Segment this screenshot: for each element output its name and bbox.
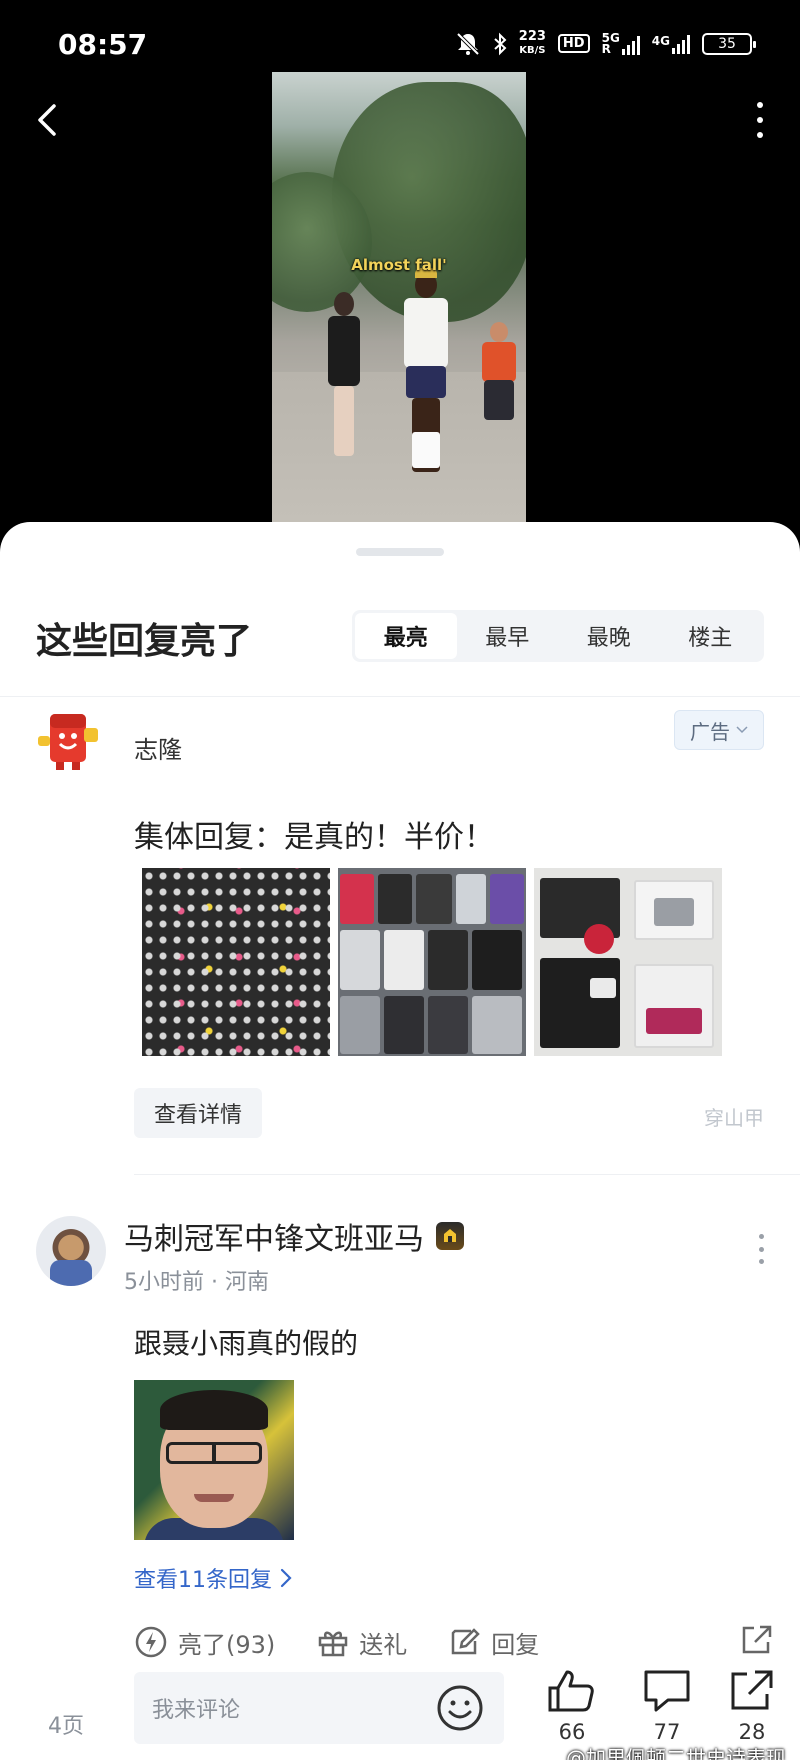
- share-icon: [742, 1625, 772, 1654]
- net-speed-unit: KB/S: [519, 45, 546, 56]
- comment-author-name: 马刺冠军中锋文班亚马: [124, 1222, 424, 1257]
- dot-icon: [757, 117, 763, 123]
- chevron-down-icon: [736, 726, 748, 734]
- like-button[interactable]: 66: [542, 1668, 602, 1744]
- ad-source: 穿山甲: [704, 1106, 764, 1130]
- share-button[interactable]: 28: [722, 1668, 782, 1744]
- sheet-drag-handle[interactable]: [356, 548, 444, 556]
- view-details-button[interactable]: 查看详情: [134, 1088, 262, 1138]
- gift-icon: [319, 1631, 348, 1657]
- dot-icon: [757, 102, 763, 108]
- replies-title: 这些回复亮了: [36, 621, 253, 662]
- gift-button[interactable]: 送礼: [317, 1625, 407, 1660]
- ad-tag-label: 广告: [690, 719, 730, 744]
- comment-author[interactable]: 马刺冠军中锋文班亚马: [124, 1214, 464, 1258]
- view-replies-link[interactable]: 查看11条回复: [134, 1562, 292, 1594]
- status-time: 08:57: [58, 28, 148, 61]
- watermark: @加里佩顿二世史诗表现: [566, 1746, 786, 1760]
- more-options-button[interactable]: [750, 100, 770, 140]
- signal-bars-icon: [621, 35, 640, 55]
- gift-label: 送礼: [359, 1630, 408, 1659]
- signal-4g: 4G: [652, 34, 690, 54]
- signal-4g-label: 4G: [651, 33, 670, 48]
- light-button[interactable]: 亮了(93): [134, 1625, 275, 1660]
- light-count: 亮了(93): [178, 1630, 276, 1659]
- comment-bubble-icon: [644, 1670, 690, 1712]
- net-speed: 223 KB/S: [519, 30, 546, 57]
- divider: [0, 696, 800, 697]
- bluetooth-icon: [493, 32, 507, 56]
- ad-avatar[interactable]: [36, 706, 102, 772]
- comment-text: 跟聂小雨真的假的: [134, 1327, 359, 1360]
- tab-latest[interactable]: 最晚: [558, 613, 660, 659]
- edit-icon: [452, 1628, 481, 1655]
- video-caption: Almost fall': [351, 256, 447, 274]
- ad-text: 集体回复：是真的！半价！: [134, 820, 494, 855]
- avatar[interactable]: [36, 1216, 106, 1286]
- emoji-button[interactable]: [436, 1684, 484, 1732]
- comment-share-button[interactable]: [740, 1624, 774, 1660]
- thumbs-up-icon: [548, 1670, 594, 1712]
- video-person: [324, 292, 364, 472]
- ad-image-cameras-boxes[interactable]: [534, 868, 722, 1056]
- ad-tag-button[interactable]: 广告: [674, 710, 764, 750]
- comment-input-placeholder: 我来评论: [152, 1698, 241, 1723]
- video-area: 08:57 223 KB/S HD 5G R 4G 35 Almost fall…: [0, 0, 800, 560]
- ad-author-name[interactable]: 志隆: [134, 730, 182, 765]
- tab-brightest[interactable]: 最亮: [355, 613, 457, 659]
- comment-more-button[interactable]: [756, 1234, 766, 1264]
- back-button[interactable]: [30, 100, 70, 140]
- dot-icon: [758, 1234, 764, 1239]
- page-indicator[interactable]: 4页: [48, 1708, 84, 1740]
- comment-input[interactable]: 我来评论: [134, 1672, 504, 1744]
- battery-level: 35: [718, 35, 736, 52]
- dot-icon: [758, 1246, 764, 1252]
- comment-count: 77: [653, 1720, 681, 1744]
- signal-5g-sub: R: [601, 41, 611, 56]
- video-player[interactable]: Almost fall': [272, 72, 526, 522]
- reply-button[interactable]: 回复: [449, 1625, 539, 1660]
- video-person: [476, 322, 516, 432]
- share-icon: [731, 1670, 773, 1710]
- status-icons: 223 KB/S HD 5G R 4G 35: [455, 30, 756, 57]
- ad-image-cameras-grid[interactable]: [142, 868, 330, 1056]
- net-speed-value: 223: [518, 29, 546, 44]
- ad-image-cameras-closeup[interactable]: [338, 868, 526, 1056]
- comment-meta: 5小时前 · 河南: [124, 1270, 269, 1295]
- user-badge-icon: [436, 1222, 464, 1250]
- video-person: [400, 268, 450, 482]
- chevron-left-icon: [38, 104, 56, 136]
- tab-op[interactable]: 楼主: [660, 613, 762, 659]
- battery-icon: 35: [702, 32, 756, 55]
- signal-bars-icon: [672, 34, 690, 54]
- signal-5g: 5G R: [601, 32, 640, 56]
- tab-earliest[interactable]: 最早: [457, 613, 559, 659]
- comment-actions: 亮了(93) 送礼 回复: [134, 1620, 774, 1664]
- sort-tabs: 最亮 最早 最晚 楼主: [352, 610, 764, 662]
- reply-label: 回复: [491, 1630, 540, 1659]
- comment-image[interactable]: [134, 1380, 294, 1540]
- dot-icon: [757, 132, 763, 138]
- comments-sheet: 这些回复亮了 最亮 最早 最晚 楼主 志隆 广告 集体回复：是真的！半价！ 查看…: [0, 522, 800, 1760]
- smiley-icon: [437, 1685, 483, 1731]
- hd-badge: HD: [557, 34, 590, 53]
- comments-button[interactable]: 77: [637, 1668, 697, 1744]
- view-replies-label: 查看11条回复: [134, 1568, 272, 1593]
- divider: [134, 1174, 800, 1175]
- chevron-right-icon: [280, 1568, 292, 1588]
- ad-images: [142, 868, 722, 1056]
- lightning-icon: [135, 1626, 167, 1658]
- dot-icon: [758, 1259, 764, 1264]
- red-envelope-mascot-icon: [38, 714, 98, 770]
- mute-icon: [455, 32, 481, 56]
- share-count: 28: [738, 1720, 766, 1744]
- like-count: 66: [558, 1720, 586, 1744]
